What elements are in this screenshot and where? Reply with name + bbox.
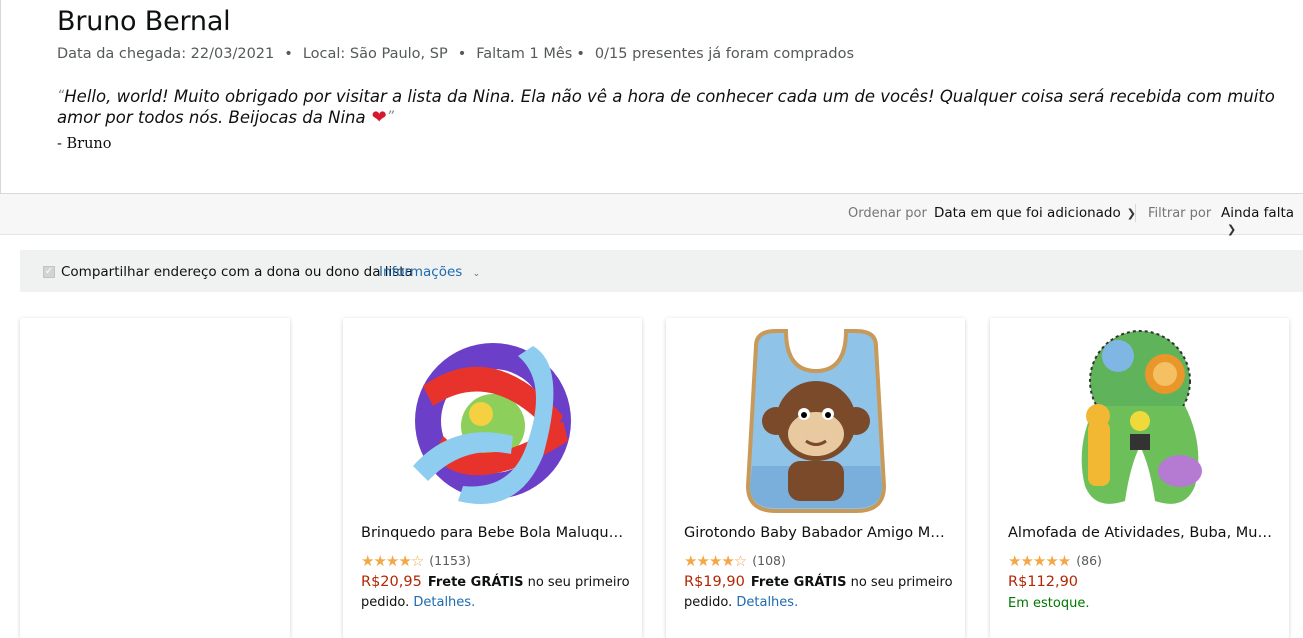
chevron-down-icon: ⌄ <box>472 269 481 279</box>
heart-icon: ❤ <box>371 107 387 128</box>
share-address-label: Compartilhar endereço com a dona ou dono… <box>61 264 413 280</box>
registry-header: Bruno Bernal Data da chegada: 22/03/2021… <box>0 0 1303 194</box>
product-image-ball-toy[interactable] <box>393 326 593 516</box>
registry-owner-name: Bruno Bernal <box>57 6 231 37</box>
sort-value: Data em que foi adicionado <box>934 205 1121 221</box>
filter-label: Filtrar por <box>1148 206 1212 221</box>
star-rating-icon: ★★★★★ <box>1008 551 1071 570</box>
chevron-down-icon: ❯ <box>1227 223 1237 236</box>
sort-dropdown[interactable]: Data em que foi adicionado ❯ <box>934 205 1136 221</box>
purchased-count: 0/15 presentes já foram comprados <box>594 46 855 62</box>
product-rating[interactable]: ★★★★☆ (108) <box>684 550 786 570</box>
details-link[interactable]: Detalhes. <box>413 595 475 610</box>
separator-dot: • <box>284 46 293 62</box>
message-text: Hello, world! Muito obrigado por visitar… <box>57 87 1275 127</box>
filter-value: Ainda falta <box>1221 205 1295 221</box>
product-rating[interactable]: ★★★★☆ (1153) <box>361 550 471 570</box>
review-count[interactable]: (1153) <box>429 553 471 568</box>
product-image-activity-pillow[interactable] <box>1040 326 1240 516</box>
sort-filter-bar: Ordenar por Data em que foi adicionado ❯ … <box>0 194 1303 237</box>
stock-status: Em estoque. <box>1008 596 1090 611</box>
star-rating-icon: ★★★★☆ <box>684 551 747 570</box>
info-link-label: Informações <box>379 264 463 280</box>
price-line: R$20,95 Frete GRÁTIS no seu primeiro pedi… <box>361 572 631 613</box>
product-title[interactable]: Girotondo Baby Babador Amigo Macaco <box>684 525 949 541</box>
product-card[interactable]: Girotondo Baby Babador Amigo Macaco ★★★★… <box>666 318 965 638</box>
product-price: R$112,90 <box>1008 574 1079 590</box>
free-shipping-label: Frete GRÁTIS <box>750 575 847 590</box>
product-image-bib[interactable] <box>716 326 916 516</box>
star-rating-icon: ★★★★☆ <box>361 551 424 570</box>
info-link[interactable]: Informações ⌄ <box>379 264 480 280</box>
registry-message: “Hello, world! Muito obrigado por visita… <box>57 86 1297 128</box>
product-rating[interactable]: ★★★★★ (86) <box>1008 550 1102 570</box>
product-card[interactable]: Brinquedo para Bebe Bola Maluquinha Cale… <box>343 318 642 638</box>
location: Local: São Paulo, SP <box>302 46 448 62</box>
separator-dot: • <box>457 46 467 62</box>
sort-label: Ordenar por <box>848 206 927 221</box>
close-quote-icon: ” <box>386 109 394 125</box>
empty-card <box>20 318 290 638</box>
product-title[interactable]: Almofada de Atividades, Buba, Multicolor… <box>1008 525 1273 541</box>
product-price: R$20,95 <box>361 574 422 590</box>
product-title[interactable]: Brinquedo para Bebe Bola Maluquinha Cale… <box>361 525 626 541</box>
separator-dot: • <box>576 46 585 62</box>
review-count[interactable]: (86) <box>1076 553 1102 568</box>
free-shipping-label: Frete GRÁTIS <box>427 575 524 590</box>
share-address-checkbox[interactable]: ✓ <box>43 266 55 278</box>
product-price: R$19,90 <box>684 574 745 590</box>
time-remaining: Faltam 1 Mês <box>476 46 573 62</box>
divider <box>1135 204 1136 222</box>
price-line: R$19,90 Frete GRÁTIS no seu primeiro pedi… <box>684 572 954 613</box>
filter-dropdown[interactable]: Ainda falta ❯ <box>1221 205 1303 237</box>
message-signature: - Bruno <box>57 136 112 152</box>
registry-meta: Data da chegada: 22/03/2021 • Local: São P… <box>57 46 854 62</box>
arrival-date: Data da chegada: 22/03/2021 <box>57 46 275 62</box>
review-count[interactable]: (108) <box>752 553 786 568</box>
share-address-bar: ✓ Compartilhar endereço com a dona ou do… <box>20 250 1303 292</box>
price-line: R$112,90 <box>1008 572 1278 593</box>
details-link[interactable]: Detalhes. <box>736 595 798 610</box>
product-card[interactable]: Almofada de Atividades, Buba, Multicolor… <box>990 318 1289 638</box>
